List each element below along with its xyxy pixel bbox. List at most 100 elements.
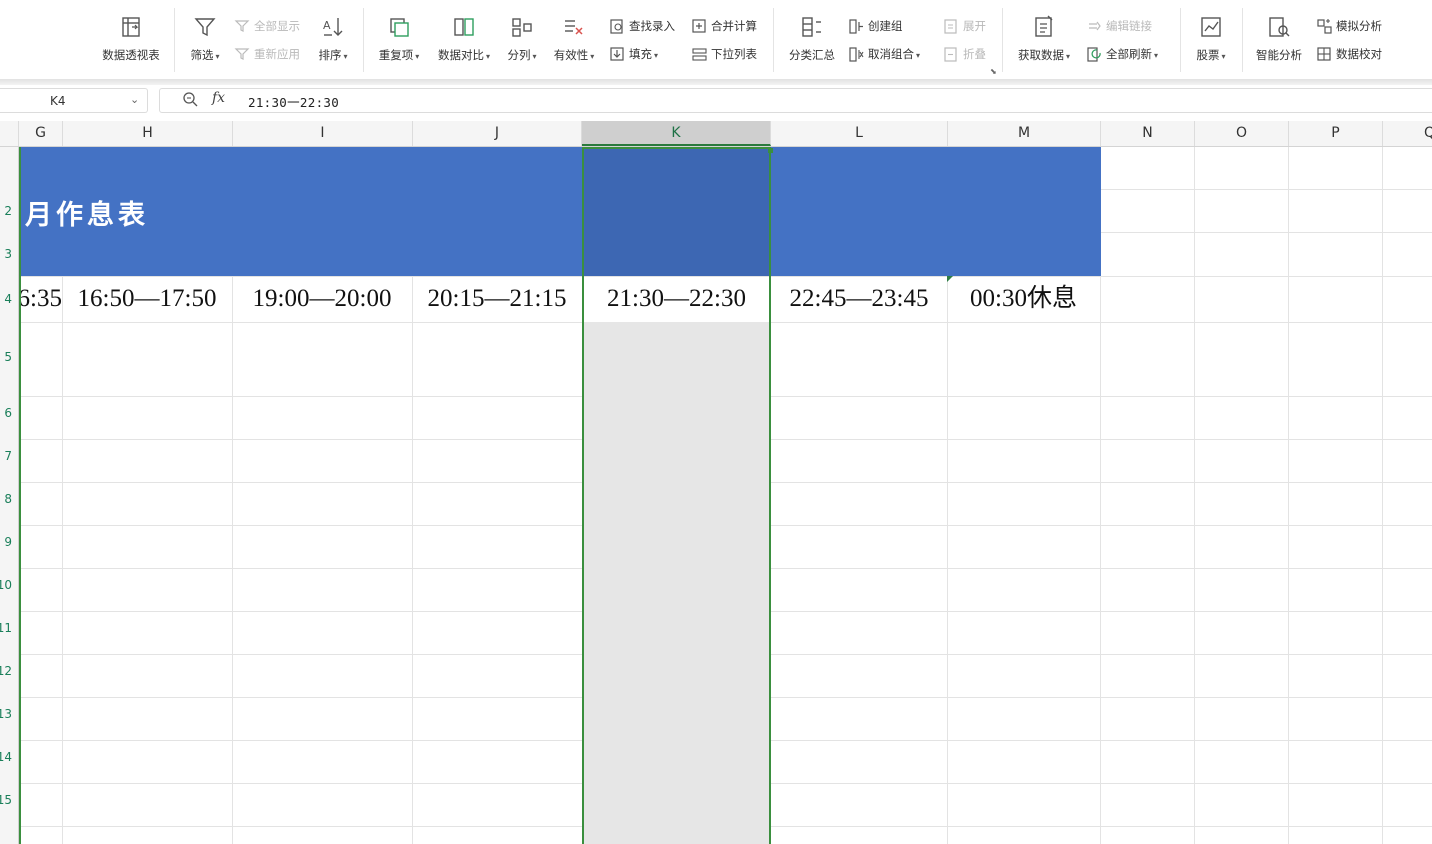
- lookup-entry-button[interactable]: 查找录入: [609, 16, 675, 36]
- column-header-h[interactable]: H: [63, 121, 233, 146]
- pivot-table-label: 数据透视表: [102, 48, 160, 62]
- column-header-m[interactable]: M: [948, 121, 1101, 146]
- chevron-down-icon[interactable]: ⌄: [130, 93, 139, 106]
- reapply-button[interactable]: 重新应用: [234, 44, 300, 64]
- merge-calc-button[interactable]: 合并计算: [691, 16, 757, 36]
- refresh-all-button[interactable]: 全部刷新 ▾: [1086, 44, 1158, 64]
- select-all-corner[interactable]: [0, 121, 19, 146]
- sort-button[interactable]: A 排序 ▾: [314, 0, 352, 63]
- formula-input[interactable]: [159, 88, 1432, 113]
- stocks-button[interactable]: 股票 ▾: [1192, 0, 1230, 63]
- duplicates-label: 重复项: [378, 48, 414, 62]
- column-header-l[interactable]: L: [771, 121, 948, 146]
- collapse-button[interactable]: 折叠: [943, 44, 986, 64]
- row-number[interactable]: 13: [0, 707, 12, 721]
- dropdown-list-button[interactable]: 下拉列表: [691, 44, 757, 64]
- row-number[interactable]: 3: [4, 247, 12, 261]
- row-number[interactable]: 5: [4, 350, 12, 364]
- row-number[interactable]: 12: [0, 664, 12, 678]
- chevron-down-icon: ▾: [215, 52, 220, 61]
- subtotal-icon: [802, 17, 821, 37]
- ribbon-separator: [1242, 8, 1243, 72]
- time-cell-k4[interactable]: 21:30—22:30: [582, 276, 771, 322]
- ungroup-button[interactable]: 取消组合 ▾: [848, 44, 920, 64]
- chevron-down-icon: ▾: [485, 52, 490, 61]
- lookup-entry-label: 查找录入: [629, 19, 675, 33]
- duplicates-button[interactable]: 重复项 ▾: [374, 0, 424, 63]
- simulation-analysis-button[interactable]: 模拟分析: [1316, 16, 1382, 36]
- data-compare-label: 数据对比: [437, 48, 484, 62]
- column-header-k[interactable]: K: [582, 121, 771, 146]
- pivot-table-button[interactable]: 数据透视表: [100, 0, 162, 63]
- get-data-icon: [1035, 15, 1053, 37]
- sort-label: 排序: [318, 48, 342, 62]
- smart-analysis-icon: [1269, 17, 1290, 37]
- subtotal-label: 分类汇总: [789, 48, 835, 62]
- time-cell-m4[interactable]: 00:30休息: [947, 276, 1100, 322]
- validity-icon: [565, 20, 583, 35]
- row-number[interactable]: 8: [4, 492, 12, 506]
- name-box[interactable]: K4 ⌄: [0, 88, 148, 113]
- show-all-button[interactable]: 全部显示: [234, 16, 300, 36]
- get-data-button[interactable]: 获取数据 ▾: [1013, 0, 1075, 63]
- create-group-button[interactable]: 创建组: [848, 16, 903, 36]
- row-number[interactable]: 4: [4, 292, 12, 306]
- edit-links-button[interactable]: 编辑链接: [1086, 16, 1152, 36]
- time-cell-h4[interactable]: 16:50—17:50: [62, 276, 232, 322]
- split-column-button[interactable]: 分列 ▾: [503, 0, 541, 63]
- data-compare-button[interactable]: 数据对比 ▾: [433, 0, 495, 63]
- row-number[interactable]: 6: [4, 406, 12, 420]
- validity-button[interactable]: 有效性 ▾: [550, 0, 598, 63]
- column-header-i[interactable]: I: [233, 121, 413, 146]
- fx-icon[interactable]: fx: [212, 90, 225, 106]
- chevron-down-icon: ▾: [343, 52, 348, 61]
- row-number[interactable]: 11: [0, 621, 12, 635]
- zoom-icon[interactable]: [182, 91, 198, 107]
- dialog-launcher-icon[interactable]: ⬊: [990, 67, 997, 76]
- row-number[interactable]: 7: [4, 449, 12, 463]
- dropdown-list-icon: [692, 47, 707, 61]
- row-number[interactable]: 2: [4, 204, 12, 218]
- row-number[interactable]: 9: [4, 535, 12, 549]
- row-number[interactable]: 10: [0, 578, 12, 592]
- time-cell-l4[interactable]: 22:45—23:45: [771, 276, 947, 322]
- subtotal-button[interactable]: 分类汇总: [786, 0, 838, 63]
- ribbon-separator: [1180, 8, 1181, 72]
- chevron-down-icon: ▾: [590, 52, 595, 61]
- ungroup-icon: [849, 46, 864, 62]
- title-band-selected-part: [582, 147, 771, 276]
- smart-analysis-button[interactable]: 智能分析: [1253, 0, 1305, 63]
- title-merged-cell[interactable]: [19, 147, 1101, 276]
- column-header-p[interactable]: P: [1289, 121, 1383, 146]
- filter-button[interactable]: 筛选 ▾: [186, 0, 224, 63]
- chevron-down-icon: ▾: [532, 52, 537, 61]
- time-cell-i4[interactable]: 19:00—20:00: [232, 276, 412, 322]
- cell-grid[interactable]: 月作息表 16:35 16:50—17:50 19:00—20:00 20:15…: [19, 147, 1432, 844]
- column-header: G H I J K L M N O P Q: [0, 121, 1432, 147]
- show-all-label: 全部显示: [254, 19, 300, 33]
- fill-button[interactable]: 填充 ▾: [609, 44, 658, 64]
- row-number[interactable]: 14: [0, 750, 12, 764]
- ribbon-toolbar: 数据透视表 筛选 ▾ 全部显示 重新应用 A 排序 ▾ 重复项 ▾ 数据对比 ▾ 分列 ▾…: [0, 0, 1432, 80]
- column-header-j[interactable]: J: [413, 121, 582, 146]
- column-header-q[interactable]: Q: [1383, 121, 1432, 146]
- ungroup-label: 取消组合: [868, 47, 914, 61]
- column-header-o[interactable]: O: [1195, 121, 1289, 146]
- refresh-all-label: 全部刷新: [1106, 47, 1152, 61]
- time-cell-g4[interactable]: 16:35: [19, 276, 62, 322]
- selection-edge: [19, 147, 21, 844]
- data-check-button[interactable]: 数据校对: [1316, 44, 1382, 64]
- get-data-label: 获取数据: [1017, 48, 1064, 62]
- row-number[interactable]: 15: [0, 793, 12, 807]
- filter-reapply-icon: [234, 47, 250, 60]
- chevron-down-icon: ▾: [654, 51, 659, 60]
- expand-button[interactable]: 展开: [943, 16, 986, 36]
- collapse-label: 折叠: [963, 47, 986, 61]
- column-header-g[interactable]: G: [19, 121, 63, 146]
- column-header-n[interactable]: N: [1101, 121, 1195, 146]
- sort-icon: A: [323, 18, 343, 36]
- pivot-table-icon: [122, 17, 140, 37]
- time-cell-j4[interactable]: 20:15—21:15: [412, 276, 582, 322]
- fill-handle[interactable]: [768, 148, 773, 153]
- chevron-down-icon: ▾: [1065, 52, 1070, 61]
